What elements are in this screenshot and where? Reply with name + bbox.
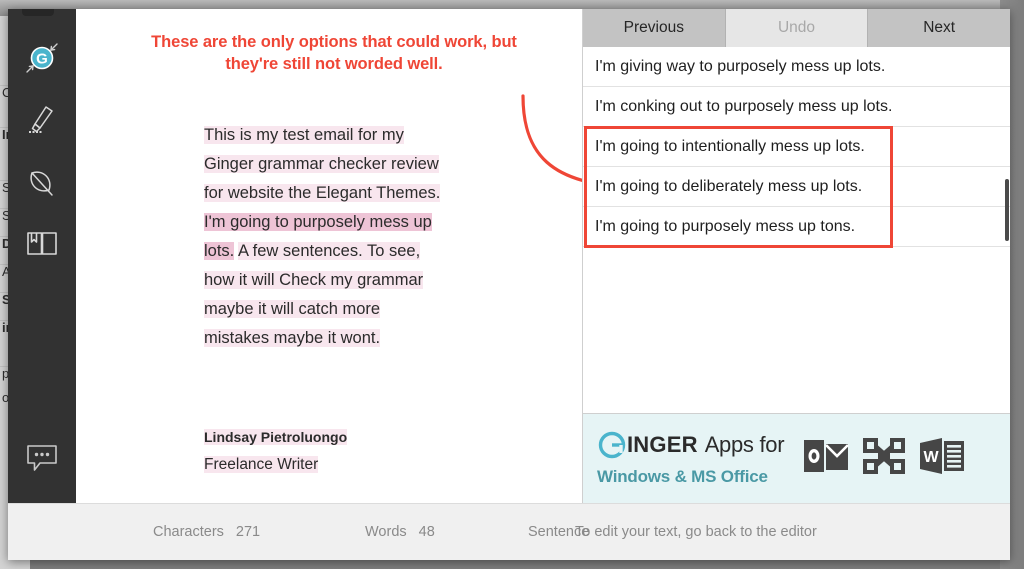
left-sidebar: G [8, 9, 76, 503]
sidebar-notch [22, 9, 54, 16]
suggestions-list: I'm giving way to purposely mess up lots… [583, 47, 1010, 413]
suggestion-item[interactable]: I'm going to intentionally mess up lots. [583, 127, 1010, 167]
banner-title: INGER Apps for [597, 430, 785, 460]
screenshot-root: C In S S D A S in pa ot G [0, 0, 1024, 569]
sidebar-item-ginger[interactable]: G [8, 27, 76, 89]
status-hint: To edit your text, go back to the editor [575, 524, 817, 540]
signature-name: Lindsay Pietroluongo [204, 429, 348, 445]
undo-button[interactable]: Undo [725, 9, 869, 47]
chat-bubble-icon [23, 441, 61, 475]
sidebar-item-rephrase[interactable] [8, 151, 76, 213]
ginger-logo-icon: G [22, 38, 62, 78]
ginger-apps-banner[interactable]: INGER Apps for Windows & MS Office W [583, 413, 1010, 503]
window-body: G These are the only options that could … [8, 9, 1010, 503]
outlook-icon[interactable] [802, 435, 850, 482]
suggestion-item[interactable]: I'm conking out to purposely mess up lot… [583, 87, 1010, 127]
annotation-callout-text: These are the only options that could wo… [151, 33, 517, 74]
banner-brand-rest: INGER [627, 432, 698, 457]
status-bar: Characters 271 Words 48 Sentence To edit y… [8, 503, 1010, 560]
highlighter-icon [24, 102, 60, 138]
suggestion-item[interactable]: I'm giving way to purposely mess up lots… [583, 47, 1010, 87]
banner-app-icons: W [802, 435, 966, 482]
sidebar-item-dictionary[interactable] [8, 213, 76, 275]
banner-subtitle: Windows & MS Office [597, 467, 768, 486]
email-segment: This is my test email for my Ginger gram… [204, 126, 441, 202]
banner-text: INGER Apps for Windows & MS Office [597, 430, 785, 487]
svg-text:G: G [36, 51, 48, 68]
panel-scrollbar[interactable] [1005, 179, 1009, 241]
status-characters: Characters 271 [153, 524, 260, 540]
ginger-circle-g-icon [597, 430, 627, 460]
editor-pane: These are the only options that could wo… [76, 9, 582, 503]
suggestion-item[interactable]: I'm going to purposely mess up tons. [583, 207, 1010, 247]
status-words: Words 48 [365, 524, 435, 540]
previous-button[interactable]: Previous [583, 9, 726, 47]
status-words-value: 48 [418, 524, 435, 540]
book-icon [23, 225, 61, 263]
status-characters-label: Characters [153, 524, 224, 540]
word-icon[interactable]: W [918, 435, 966, 482]
status-words-label: Words [365, 524, 407, 540]
signature-title: Freelance Writer [204, 456, 319, 473]
suggestions-panel: Previous Undo Next I'm giving way to pur… [582, 9, 1010, 503]
email-body-text: This is my test email for my Ginger gram… [204, 121, 444, 353]
email-signature: Lindsay Pietroluongo Freelance Writer [204, 424, 444, 478]
sidebar-item-proofreader[interactable] [8, 89, 76, 151]
next-button[interactable]: Next [868, 9, 1010, 47]
quill-icon [24, 164, 60, 200]
panel-button-row: Previous Undo Next [583, 9, 1010, 47]
ginger-app-window: G These are the only options that could … [8, 9, 1010, 560]
svg-text:W: W [924, 449, 940, 466]
sidebar-item-support[interactable] [8, 427, 76, 489]
status-characters-value: 271 [235, 524, 261, 540]
suggestion-item[interactable]: I'm going to deliberately mess up lots. [583, 167, 1010, 207]
annotation-arrow-icon [521, 94, 582, 182]
office-icon[interactable] [860, 435, 908, 482]
banner-apps-for: Apps for [704, 432, 785, 457]
